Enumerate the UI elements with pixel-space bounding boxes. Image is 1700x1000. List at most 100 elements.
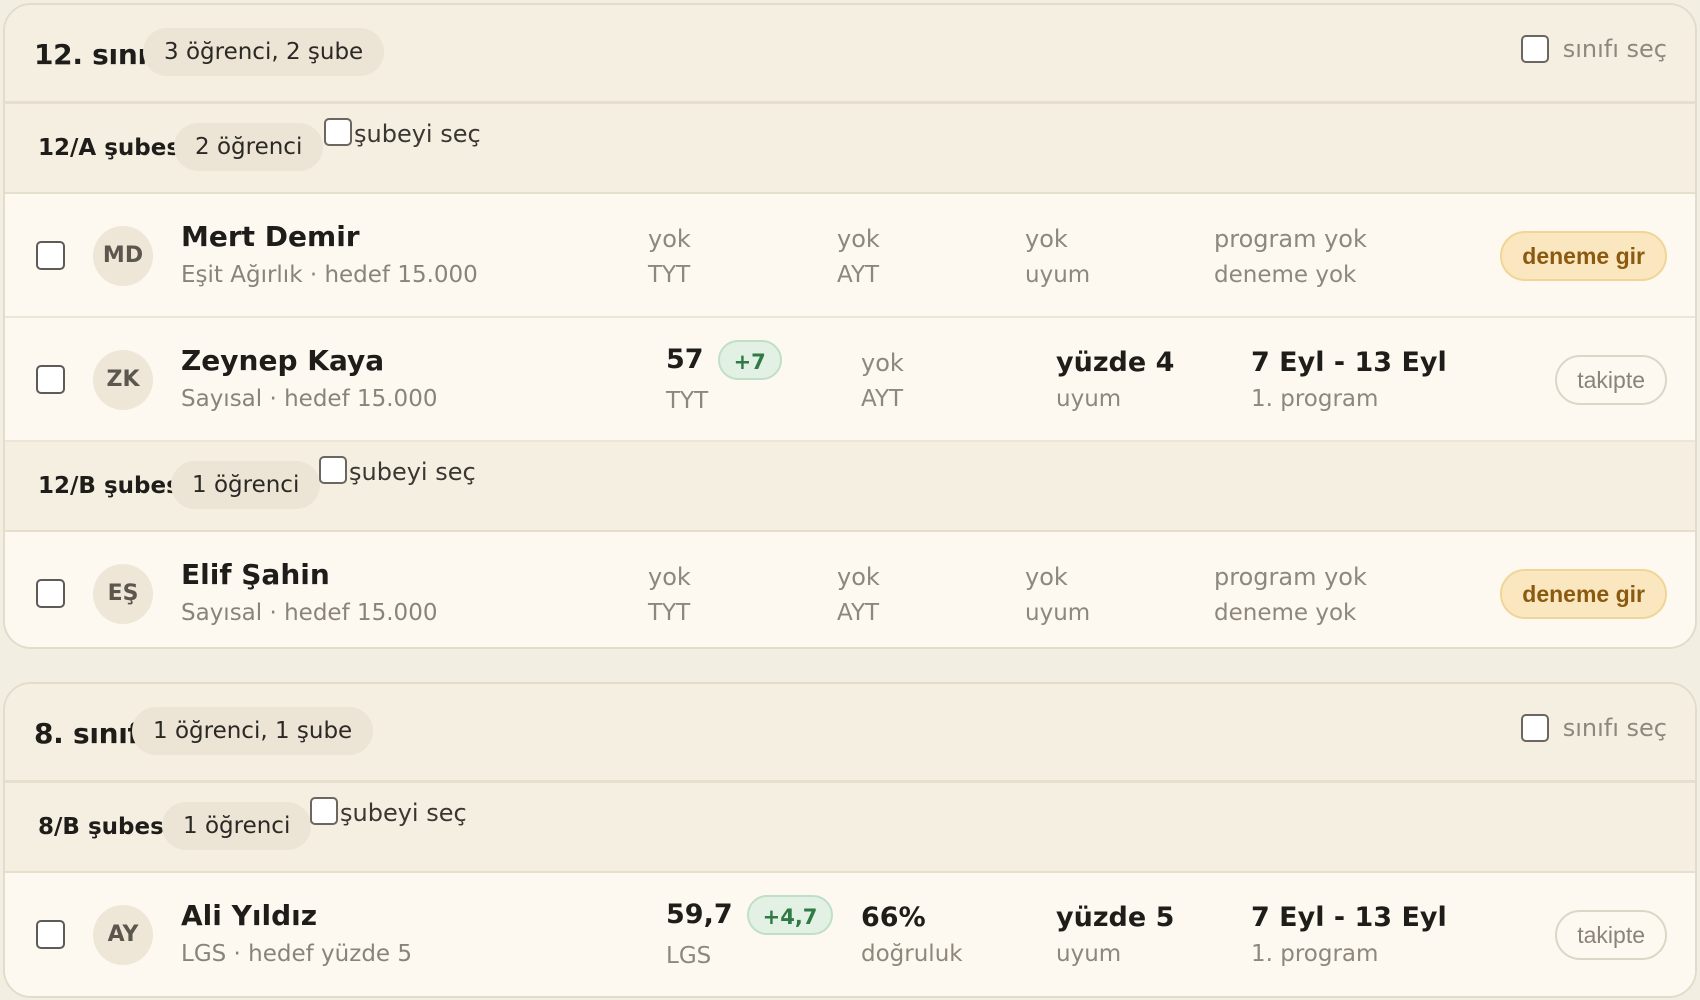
checkbox-icon[interactable] [319,456,347,484]
enter-exam-button[interactable]: deneme gir [1500,231,1667,281]
select-branch-label: şubeyi seç [354,120,481,148]
student-name[interactable]: Elif Şahin [181,558,330,591]
student-select-checkbox[interactable] [36,241,65,270]
class-title: 8. sınıf [34,717,140,750]
select-branch-label: şubeyi seç [349,458,476,486]
class-summary-badge: 3 öğrenci, 2 şube [143,28,385,76]
checkbox-icon[interactable] [324,118,352,146]
select-branch-label: şubeyi seç [340,799,467,827]
metric-value: yüzde 5 [1056,902,1175,933]
metric-label: TYT [648,600,691,626]
metric-label: doğruluk [861,941,963,967]
metric-label: uyum [1025,600,1091,626]
branch-count-badge: 2 öğrenci [174,123,324,171]
avatar: AY [93,905,153,965]
branch-title: 12/A şubesi [38,135,188,161]
metric-ayt: yok AYT [837,222,880,288]
metric-label: uyum [1056,941,1122,967]
tracking-button[interactable]: takipte [1555,910,1667,960]
student-select-checkbox[interactable] [36,920,65,949]
class-card-8: 8. sınıf 1 öğrenci, 1 şube sınıfı seç 8/… [3,682,1697,998]
metric-program: 7 Eyl - 13 Eyl 1. program [1251,346,1447,412]
metric-program: 7 Eyl - 13 Eyl 1. program [1251,901,1447,967]
score-delta-badge: +7 [717,340,782,380]
metric-lgs: 59,7 +4,7 LGS [666,893,834,969]
metric-uyum: yüzde 5 uyum [1056,901,1174,967]
class-header: 12. sınıf 3 öğrenci, 2 şube sınıfı seç [5,5,1695,104]
branch-title: 8/B şubesi [38,814,172,840]
student-subtitle: Sayısal · hedef 15.000 [181,386,438,412]
student-name[interactable]: Zeynep Kaya [181,344,384,377]
metric-accuracy: 66% doğruluk [861,901,963,967]
select-branch-checkbox[interactable]: şubeyi seç [324,118,481,148]
student-row[interactable]: EŞ Elif Şahin Sayısal · hedef 15.000 yok… [5,532,1695,647]
student-row[interactable]: AY Ali Yıldız LGS · hedef yüzde 5 59,7 +… [5,873,1695,996]
branch-title: 12/B şubesi [38,473,188,499]
metric-label: 1. program [1251,386,1379,412]
metric-label: TYT [666,388,709,414]
metric-value: yok [648,225,691,253]
metric-uyum: yok uyum [1025,222,1090,288]
metric-value: 66% [861,902,926,933]
metric-tyt: yok TYT [648,222,691,288]
avatar: MD [93,226,153,286]
class-card-12: 12. sınıf 3 öğrenci, 2 şube sınıfı seç 1… [3,3,1697,649]
checkbox-icon[interactable] [1520,714,1549,742]
class-title: 12. sınıf [34,38,159,71]
student-row[interactable]: ZK Zeynep Kaya Sayısal · hedef 15.000 57… [5,318,1695,442]
checkbox-icon[interactable] [310,797,338,825]
metric-value: 57 +7 [666,338,782,382]
metric-value: program yok [1214,225,1367,253]
branch-count-badge: 1 öğrenci [162,802,312,850]
metric-value: 7 Eyl - 13 Eyl [1251,347,1447,378]
tracking-button[interactable]: takipte [1555,355,1667,405]
metric-tyt: yok TYT [648,560,691,626]
metric-label: deneme yok [1214,262,1357,288]
class-list-page: 12. sınıf 3 öğrenci, 2 şube sınıfı seç 1… [0,0,1700,1000]
avatar: EŞ [93,564,153,624]
branch-header: 8/B şubesi 1 öğrenci şubeyi seç [5,783,1695,873]
metric-program: program yok deneme yok [1214,222,1367,288]
student-subtitle: Eşit Ağırlık · hedef 15.000 [181,262,478,288]
metric-label: AYT [861,386,904,412]
metric-ayt: yok AYT [837,560,880,626]
score-delta-badge: +4,7 [746,895,834,935]
metric-label: uyum [1056,386,1122,412]
metric-score: 59,7 [666,899,733,930]
metric-value: 59,7 +4,7 [666,893,834,937]
metric-value: yok [1025,225,1068,253]
select-class-checkbox[interactable]: sınıfı seç [1520,35,1667,63]
select-class-label: sınıfı seç [1562,35,1667,63]
checkbox-icon[interactable] [1520,35,1549,63]
class-header: 8. sınıf 1 öğrenci, 1 şube sınıfı seç [5,684,1695,783]
student-row[interactable]: MD Mert Demir Eşit Ağırlık · hedef 15.00… [5,194,1695,318]
branch-header: 12/A şubesi 2 öğrenci şubeyi seç [5,104,1695,194]
class-summary-badge: 1 öğrenci, 1 şube [132,707,374,755]
metric-label: LGS [666,943,712,969]
metric-score: 57 [666,344,704,375]
metric-label: deneme yok [1214,600,1357,626]
select-branch-checkbox[interactable]: şubeyi seç [319,456,476,486]
metric-ayt: yok AYT [861,346,904,412]
branch-header: 12/B şubesi 1 öğrenci şubeyi seç [5,442,1695,532]
student-subtitle: LGS · hedef yüzde 5 [181,941,413,967]
metric-value: yüzde 4 [1056,347,1175,378]
metric-value: yok [837,563,880,591]
metric-value: yok [861,349,904,377]
metric-value: 7 Eyl - 13 Eyl [1251,902,1447,933]
student-select-checkbox[interactable] [36,365,65,394]
select-branch-checkbox[interactable]: şubeyi seç [310,797,467,827]
select-class-checkbox[interactable]: sınıfı seç [1520,714,1667,742]
metric-label: 1. program [1251,941,1379,967]
metric-tyt: 57 +7 TYT [666,338,782,414]
student-name[interactable]: Ali Yıldız [181,899,317,932]
student-name[interactable]: Mert Demir [181,220,360,253]
branch-count-badge: 1 öğrenci [171,461,321,509]
student-subtitle: Sayısal · hedef 15.000 [181,600,438,626]
metric-program: program yok deneme yok [1214,560,1367,626]
select-class-label: sınıfı seç [1562,714,1667,742]
student-select-checkbox[interactable] [36,579,65,608]
enter-exam-button[interactable]: deneme gir [1500,569,1667,619]
avatar: ZK [93,350,153,410]
metric-label: AYT [837,262,880,288]
